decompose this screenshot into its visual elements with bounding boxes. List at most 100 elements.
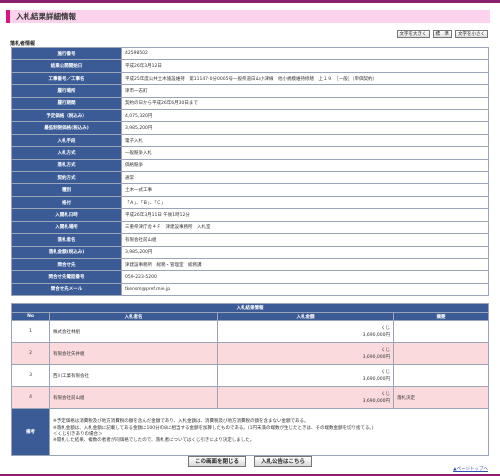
detail-row: 問合せ先 津建設事務所 総務・管理室 総務課 — [11, 257, 489, 272]
detail-value: 3,985,200円 — [121, 245, 489, 259]
detail-value: 契約の日から平成26年6月30日まで — [121, 96, 489, 111]
font-small-button[interactable]: 文字を小さく — [455, 30, 488, 38]
bid-amount-value: 3,690,000円 — [362, 376, 390, 382]
page-top-link[interactable]: ▲ページトップへ — [453, 466, 488, 472]
bidder-name: 西川工業有限会社 — [49, 364, 218, 387]
detail-row: 結果公開開始日 平成26年3月12日 — [11, 59, 489, 73]
detail-label: 契約方式 — [11, 171, 122, 185]
bid-lottery-label: くじ — [381, 391, 390, 397]
font-large-button[interactable]: 文字を大きく — [396, 30, 430, 38]
detail-value: 電子入札 — [121, 133, 489, 148]
detail-label: 格付 — [11, 195, 122, 210]
detail-value: 土木一式工事 — [121, 183, 489, 197]
detail-row: 施行番号 42598502 — [11, 46, 489, 61]
bid-remark — [393, 342, 489, 365]
detail-row: 契約方式 通常 — [11, 171, 489, 185]
page-header: 入札結果詳細情報 — [6, 10, 490, 23]
bid-results-table: 入札結果情報 No 入札者名 入札金額 摘要 1 株式会社林組 くじ 3,690,… — [11, 303, 489, 456]
font-standard-button[interactable]: 標 準 — [432, 30, 452, 38]
detail-value: tkensm@pref.mie.jp — [121, 282, 489, 297]
detail-row: 入札方式 一般競争入札 — [11, 146, 489, 160]
detail-value: 「Ａ」、「Ｂ」、「Ｃ」 — [121, 195, 489, 210]
detail-row: 落札者名 有限会社前山組 — [11, 233, 489, 247]
table-row: 2 有限会社矢井組 くじ 3,690,000円 — [11, 342, 489, 365]
close-window-button[interactable]: この画面を閉じる — [187, 456, 246, 467]
detail-row: 履行場所 津市一志町 — [11, 84, 489, 98]
detail-label: 問合せ先電話番号 — [11, 270, 122, 284]
detail-label: 入札方式 — [11, 146, 122, 160]
results-header-name: 入札者名 — [49, 312, 218, 321]
detail-label: 履行場所 — [11, 84, 122, 98]
detail-label: 問合せ先メール — [11, 282, 122, 297]
detail-row: 格付 「Ａ」、「Ｂ」、「Ｃ」 — [11, 195, 489, 210]
detail-label: 落札金額(税込み) — [11, 245, 122, 259]
detail-value: 通常 — [121, 171, 489, 185]
table-row: 4 有限会社前山組 くじ 3,690,000円 落札決定 — [11, 386, 489, 409]
bid-detail-table: 施行番号 42598502 結果公開開始日 平成26年3月12日 工事番号／工事名平… — [11, 46, 489, 297]
detail-value: 平成25年度公共土木施設維持 第11147-0分0005号一般県道白山小津線 他… — [121, 71, 489, 86]
bid-notice-button[interactable]: 入札公告はこちら — [254, 456, 313, 467]
detail-label: 入開札日時 — [11, 208, 122, 222]
bidder-name: 有限会社前山組 — [49, 386, 218, 409]
detail-row: 種別 土木一式工事 — [11, 183, 489, 197]
bidder-no: 4 — [11, 386, 50, 409]
results-header-amount: 入札金額 — [217, 312, 394, 321]
detail-row: 入開札場所 三重県津庁舎４Ｆ 津建設事務所 入札室 — [11, 220, 489, 235]
detail-value: 津建設事務所 総務・管理室 総務課 — [121, 257, 489, 272]
detail-value: 三重県津庁舎４Ｆ 津建設事務所 入札室 — [121, 220, 489, 235]
detail-label: 入札手段 — [11, 133, 122, 148]
bid-remark — [393, 320, 489, 343]
detail-row: 入開札日時 平成26年3月11日 午後1時12分 — [11, 208, 489, 222]
results-header-no: No — [11, 312, 50, 321]
page-title: 入札結果詳細情報 — [16, 12, 76, 21]
bid-remark — [393, 364, 489, 387]
detail-label: 施行番号 — [11, 46, 122, 61]
detail-row: 履行期間 契約の日から平成26年6月30日まで — [11, 96, 489, 111]
detail-value: 津市一志町 — [121, 84, 489, 98]
detail-value: 一般競争入札 — [121, 146, 489, 160]
top-accent-bar — [0, 0, 500, 3]
bid-lottery-label: くじ — [381, 325, 390, 331]
detail-label: 工事番号／工事名 — [11, 71, 122, 86]
bidder-no: 1 — [11, 320, 50, 343]
detail-row: 予定価格（税込み） 4,075,320円 — [11, 109, 489, 123]
detail-row: 落札金額(税込み) 3,985,200円 — [11, 245, 489, 259]
detail-row: 最低制限価格(税込み) 3,985,200円 — [11, 121, 489, 135]
detail-label: 履行期間 — [11, 96, 122, 111]
detail-row: 工事番号／工事名 平成25年度公共土木施設維持 第11147-0分0005号一般県… — [11, 71, 489, 86]
detail-label: 問合せ先 — [11, 257, 122, 272]
bidder-no: 3 — [11, 364, 50, 387]
detail-label: 落札者名 — [11, 233, 122, 247]
detail-value: 059-223-5200 — [121, 270, 489, 284]
remarks-label: 備考 — [11, 408, 50, 456]
bid-amount-value: 3,690,000円 — [362, 332, 390, 338]
detail-row: 問合せ先メール tkensm@pref.mie.jp — [11, 282, 489, 297]
section-label: 落札者情報 — [10, 41, 36, 47]
bid-amount-value: 3,690,000円 — [362, 354, 390, 360]
detail-value: 平成26年3月11日 午後1時12分 — [121, 208, 489, 222]
results-caption: 入札結果情報 — [11, 303, 489, 313]
bidder-name: 有限会社矢井組 — [49, 342, 218, 365]
detail-value: 平成26年3月12日 — [121, 59, 489, 73]
detail-value: 42598502 — [121, 46, 489, 61]
results-header-remarks: 摘要 — [393, 312, 489, 321]
detail-value: 有限会社前山組 — [121, 233, 489, 247]
remark-line: ※開札した結果、複数の者者が同価格でしたので、落札者についてはくじ引きにより決定… — [53, 438, 255, 444]
detail-value: 価格競争 — [121, 158, 489, 173]
detail-label: 入開札場所 — [11, 220, 122, 235]
detail-label: 落札方式 — [11, 158, 122, 173]
font-size-controls: 文字を大きく 標 準 文字を小さく — [396, 30, 488, 38]
bid-amount: くじ 3,690,000円 — [217, 364, 394, 387]
detail-value: 3,985,200円 — [121, 121, 489, 135]
detail-label: 種別 — [11, 183, 122, 197]
detail-row: 問合せ先電話番号 059-223-5200 — [11, 270, 489, 284]
bid-amount: くじ 3,690,000円 — [217, 386, 394, 409]
bidder-name: 株式会社林組 — [49, 320, 218, 343]
remarks-text: ※予定価格は消費税及び地方消費税の額を含んだ金額であり、入札金額は、消費税及び地… — [49, 408, 489, 456]
table-row: 1 株式会社林組 くじ 3,690,000円 — [11, 320, 489, 343]
bid-lottery-label: くじ — [381, 347, 390, 353]
detail-row: 落札方式 価格競争 — [11, 158, 489, 173]
bid-amount: くじ 3,690,000円 — [217, 320, 394, 343]
bid-remark: 落札決定 — [393, 386, 489, 409]
bid-amount-value: 3,690,000円 — [362, 398, 390, 404]
